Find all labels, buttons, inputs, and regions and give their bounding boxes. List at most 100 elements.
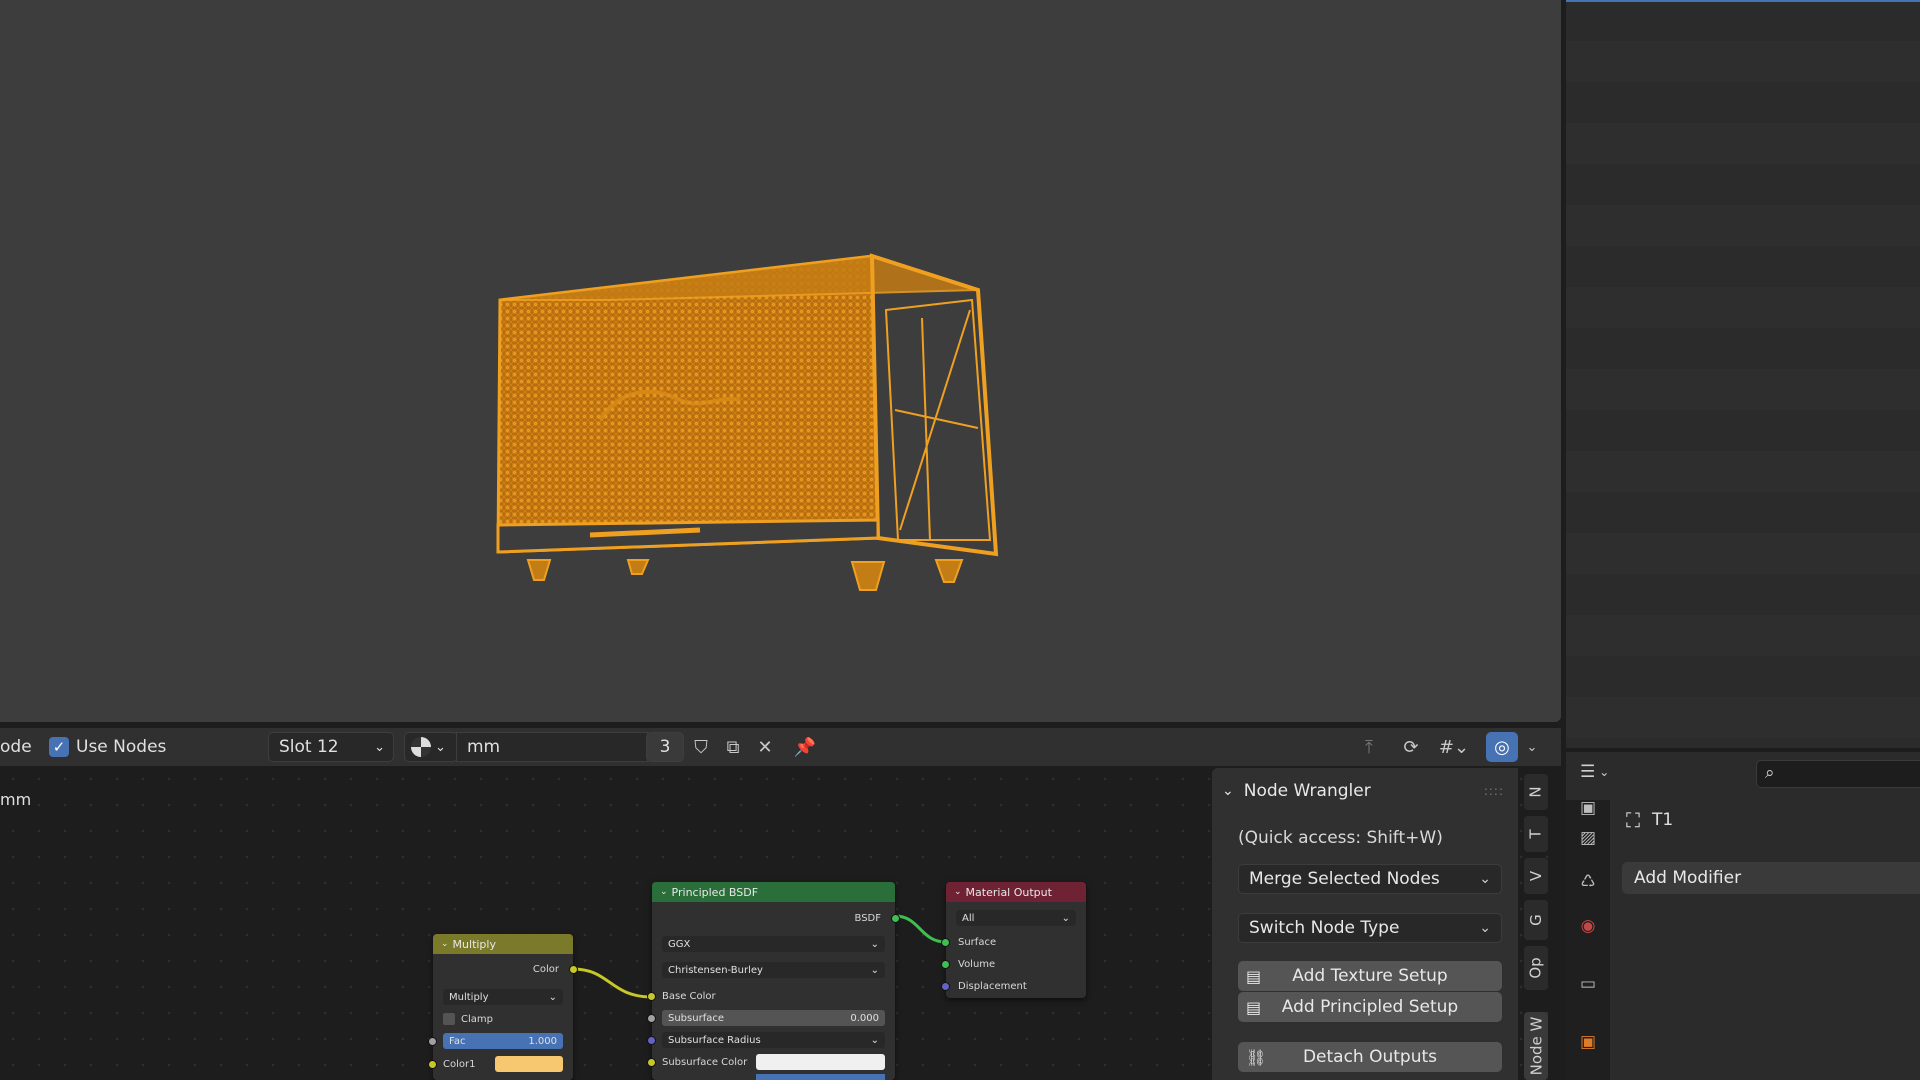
blend-mode-value: Multiply	[449, 991, 489, 1003]
object-icon[interactable]: ▣	[1574, 1028, 1602, 1056]
unlink-material-icon[interactable]: ✕	[750, 732, 780, 762]
output-icon[interactable]: ▨	[1574, 824, 1602, 852]
tab-t[interactable]: T	[1524, 816, 1548, 852]
add-principled-setup-label: Add Principled Setup	[1281, 997, 1459, 1017]
node-wrangler-title: Node Wrangler	[1243, 781, 1371, 801]
subsurface-color-swatch[interactable]	[756, 1054, 885, 1070]
node-wrangler-header[interactable]: ⌄ Node Wrangler ::::	[1222, 776, 1508, 806]
duplicate-material-icon[interactable]: ⧉	[718, 732, 748, 762]
drag-handle-icon[interactable]: ::::	[1484, 784, 1504, 798]
overlay-options-chevron-icon[interactable]: ⌄	[1520, 732, 1544, 762]
outliner-panel[interactable]	[1566, 0, 1920, 748]
tab-op[interactable]: Op	[1524, 946, 1548, 990]
subsurface-radius-field[interactable]: Subsurface Radius ⌄	[662, 1032, 885, 1048]
volume-input-socket[interactable]	[941, 960, 950, 969]
scene-icon[interactable]: ♺	[1574, 868, 1602, 896]
principled-bsdf-node[interactable]: ⌄ Principled BSDF BSDF GGX ⌄ Christensen…	[647, 882, 900, 1080]
user-count-button[interactable]: 3	[646, 732, 684, 762]
node-add-icon: ▤	[1246, 966, 1262, 986]
clamp-row[interactable]: Clamp	[443, 1011, 493, 1027]
multiply-node-title: Multiply	[452, 937, 496, 951]
properties-search-input[interactable]: ⌕	[1756, 760, 1920, 788]
material-output-node[interactable]: ⌄ Material Output All ⌄ Surface Volume D…	[941, 882, 1086, 998]
clamp-checkbox[interactable]	[443, 1013, 455, 1025]
tab-g[interactable]: G	[1524, 900, 1548, 940]
bsdf-output-socket[interactable]	[891, 914, 900, 923]
output-target-select[interactable]: All ⌄	[956, 910, 1076, 926]
overlay-toggle-icon[interactable]: ◎	[1486, 732, 1518, 762]
subsurface-radius-input-socket[interactable]	[647, 1036, 656, 1045]
switch-node-type-dropdown[interactable]: Switch Node Type ⌄	[1238, 913, 1502, 943]
fac-label: Fac	[449, 1035, 466, 1047]
slot-dropdown[interactable]: Slot 12 ⌄	[268, 732, 394, 762]
material-output-header[interactable]: ⌄ Material Output	[946, 882, 1086, 902]
add-texture-setup-label: Add Texture Setup	[1292, 966, 1448, 986]
surface-input-socket[interactable]	[941, 938, 950, 947]
fac-slider[interactable]: Fac 1.000	[443, 1033, 563, 1049]
tab-v-label: V	[1526, 870, 1545, 882]
pin-icon[interactable]: 📌	[790, 732, 820, 762]
multiply-node-header[interactable]: ⌄ Multiply	[433, 934, 573, 954]
color-output-socket[interactable]	[569, 965, 578, 974]
object-name: T1	[1652, 810, 1674, 830]
bsdf-output-label: BSDF	[854, 912, 881, 924]
tab-op-label: Op	[1526, 957, 1545, 979]
chevron-down-icon: ⌄	[1061, 912, 1070, 924]
snap-increment-icon[interactable]: #⌄	[1430, 732, 1478, 762]
detach-outputs-button[interactable]: ⛓ Detach Outputs	[1238, 1042, 1502, 1072]
fac-input-socket[interactable]	[428, 1037, 437, 1046]
world-icon[interactable]: ◉	[1574, 912, 1602, 940]
chevron-down-icon: ⌄	[548, 991, 557, 1003]
search-icon: ⌕	[1765, 763, 1775, 783]
distribution-select[interactable]: GGX ⌄	[662, 936, 885, 952]
add-modifier-button[interactable]: Add Modifier	[1622, 862, 1920, 894]
unlink-icon: ⛓	[1246, 1047, 1267, 1067]
distribution-value: GGX	[668, 938, 691, 950]
snapping-icon[interactable]: ⟳	[1396, 732, 1426, 762]
blend-mode-select[interactable]: Multiply ⌄	[443, 989, 563, 1005]
collapse-chevron-icon[interactable]: ⌄	[441, 939, 449, 949]
material-name-field[interactable]: mm	[456, 732, 648, 762]
chevron-down-icon: ⌄	[870, 1034, 879, 1046]
principled-node-header[interactable]: ⌄ Principled BSDF	[652, 882, 895, 902]
properties-header: ☰ ⌄ ⌕	[1566, 752, 1920, 792]
fake-user-shield-icon[interactable]: ⛉	[686, 732, 716, 762]
collapse-chevron-icon[interactable]: ⌄	[660, 887, 668, 897]
tab-n[interactable]: N	[1524, 774, 1548, 810]
subsurface-color-input-socket[interactable]	[647, 1058, 656, 1067]
subsurface-slider[interactable]: Subsurface 0.000	[662, 1010, 885, 1026]
render-icon[interactable]: ▣	[1574, 794, 1602, 822]
add-texture-setup-button[interactable]: ▤ Add Texture Setup	[1238, 961, 1502, 991]
subsurface-method-select[interactable]: Christensen-Burley ⌄	[662, 962, 885, 978]
3d-viewport[interactable]	[0, 0, 1561, 722]
editor-mode-label[interactable]: ode	[0, 737, 32, 757]
color1-input-socket[interactable]	[428, 1060, 437, 1069]
color1-label: Color1	[443, 1058, 476, 1070]
chevron-down-icon: ⌄	[1599, 765, 1610, 779]
tab-v[interactable]: V	[1524, 858, 1548, 894]
use-nodes-checkbox[interactable]: ✓	[49, 737, 69, 757]
collapse-chevron-icon[interactable]: ⌄	[1222, 783, 1234, 799]
merge-selected-nodes-dropdown[interactable]: Merge Selected Nodes ⌄	[1238, 864, 1502, 894]
displacement-input-socket[interactable]	[941, 982, 950, 991]
material-browse-button[interactable]: ⌄	[404, 732, 458, 762]
use-nodes-label: Use Nodes	[76, 737, 167, 757]
subsurface-radius-label: Subsurface Radius	[668, 1034, 761, 1046]
chevron-down-icon: ⌄	[374, 739, 385, 755]
editor-type-icon[interactable]: ☰ ⌄	[1580, 758, 1630, 786]
next-field-edge	[756, 1074, 885, 1080]
add-principled-setup-button[interactable]: ▤ Add Principled Setup	[1238, 992, 1502, 1022]
tab-n-label: N	[1526, 786, 1545, 798]
collection-icon[interactable]: ▭	[1574, 970, 1602, 998]
subsurface-input-socket[interactable]	[647, 1014, 656, 1023]
parent-node-tree-icon[interactable]: ⤒	[1354, 732, 1384, 762]
color1-swatch[interactable]	[495, 1056, 563, 1072]
principled-node-title: Principled BSDF	[671, 885, 759, 899]
subsurface-color-label: Subsurface Color	[662, 1056, 748, 1068]
collapse-chevron-icon[interactable]: ⌄	[954, 887, 962, 897]
base-color-input-socket[interactable]	[647, 992, 656, 1001]
link-bsdf-to-surface	[894, 914, 947, 944]
multiply-node[interactable]: ⌄ Multiply Color Multiply ⌄ Clamp Fac 1.…	[428, 934, 578, 1080]
fac-value: 1.000	[528, 1035, 557, 1047]
tab-node-wrangler[interactable]: Node W	[1524, 1012, 1548, 1080]
